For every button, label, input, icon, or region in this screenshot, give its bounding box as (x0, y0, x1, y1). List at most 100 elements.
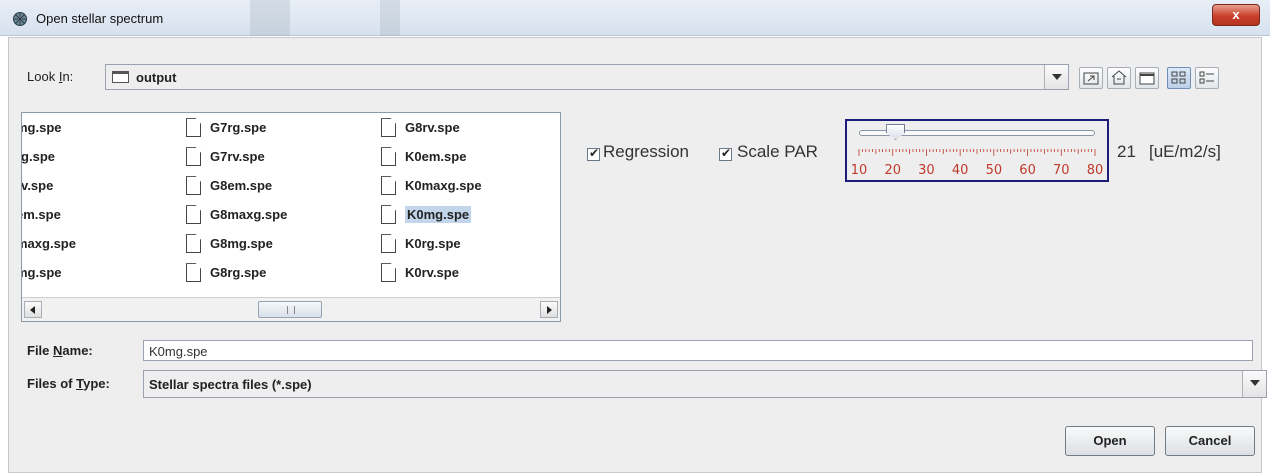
background-window (250, 0, 290, 36)
close-icon: x (1232, 7, 1240, 22)
slider-tick-label: 30 (918, 163, 935, 178)
file-name: G8rv.spe (405, 120, 460, 135)
file-name: K0em.spe (405, 149, 467, 164)
slider-tick-label: 80 (1087, 163, 1104, 178)
open-button[interactable]: Open (1065, 426, 1155, 456)
file-icon (381, 234, 396, 254)
chevron-down-icon[interactable] (1044, 65, 1068, 89)
file-icon (186, 234, 201, 254)
list-item[interactable]: mg.spe (22, 117, 76, 146)
list-view-button[interactable] (1167, 67, 1191, 89)
list-item[interactable]: maxg.spe (21, 233, 76, 262)
list-item[interactable]: rv.spe (21, 175, 76, 204)
scroll-right-icon[interactable] (540, 301, 558, 318)
file-name-label: File Name: (27, 343, 93, 358)
slider-value: 21 (1117, 142, 1136, 161)
close-button[interactable]: x (1212, 4, 1260, 26)
slider-tick-label: 10 (851, 163, 868, 178)
list-item[interactable]: G8em.spe (186, 175, 287, 204)
file-name: K0rv.spe (405, 265, 459, 280)
file-icon (186, 147, 201, 167)
file-name: rv.spe (21, 178, 54, 193)
list-item[interactable]: mg.spe (22, 262, 76, 291)
file-name: em.spe (22, 207, 61, 222)
file-icon (186, 263, 201, 283)
list-item[interactable]: em.spe (22, 204, 76, 233)
file-column: G8rv.spe K0em.spe K0maxg.spe K0mg.spe K0… (381, 117, 482, 291)
list-item[interactable]: G7rg.spe (186, 117, 287, 146)
list-view-icon (1171, 71, 1186, 84)
home-icon (1111, 70, 1127, 85)
list-item[interactable]: G8rg.spe (186, 262, 287, 291)
file-icon (381, 263, 396, 283)
window-title: Open stellar spectrum (36, 11, 164, 26)
file-name: rg.spe (21, 149, 56, 164)
file-name-input[interactable]: K0mg.spe (143, 340, 1253, 361)
scale-par-checkbox[interactable] (719, 146, 732, 161)
file-column: mg.spe rg.spe rv.spe em.spe maxg.spe mg.… (21, 117, 76, 291)
details-view-icon (1199, 71, 1214, 84)
file-name: G7rg.spe (210, 120, 267, 135)
list-item[interactable]: rg.spe (21, 146, 76, 175)
look-in-combobox[interactable]: output (105, 64, 1069, 90)
list-item[interactable]: G8maxg.spe (186, 204, 287, 233)
list-item[interactable]: K0rv.spe (381, 262, 482, 291)
details-view-button[interactable] (1195, 67, 1219, 89)
files-of-type-value: Stellar spectra files (*.spe) (149, 377, 312, 392)
slider-tick-label: 50 (986, 163, 1003, 178)
slider-tick-label: 70 (1053, 163, 1070, 178)
folder-icon (112, 71, 129, 83)
file-name: maxg.spe (21, 236, 76, 251)
list-item[interactable]: G8mg.spe (186, 233, 287, 262)
scale-par-label: Scale PAR (737, 142, 818, 161)
slider-tick-label: 60 (1019, 163, 1036, 178)
file-name: mg.spe (22, 265, 62, 280)
scroll-thumb[interactable] (258, 301, 322, 318)
file-icon (381, 176, 396, 196)
file-name: G8mg.spe (210, 236, 273, 251)
scroll-left-icon[interactable] (24, 301, 42, 318)
file-list[interactable]: mg.spe rg.spe rv.spe em.spe maxg.spe mg.… (21, 112, 561, 322)
look-in-value: output (136, 70, 177, 85)
list-item[interactable]: K0rg.spe (381, 233, 482, 262)
cancel-button[interactable]: Cancel (1165, 426, 1255, 456)
background-window (380, 0, 400, 36)
list-item[interactable]: K0em.spe (381, 146, 482, 175)
slider-unit: [uE/m2/s] (1149, 142, 1221, 161)
files-of-type-label: Files of Type: (27, 376, 110, 391)
list-item-selected[interactable]: K0mg.spe (381, 204, 482, 233)
file-icon (186, 205, 201, 225)
up-one-level-button[interactable] (1079, 67, 1103, 89)
file-name: K0mg.spe (405, 206, 472, 223)
file-name: G8maxg.spe (210, 207, 288, 222)
list-item[interactable]: G8rv.spe (381, 117, 482, 146)
new-folder-icon (1139, 72, 1155, 85)
home-button[interactable] (1107, 67, 1131, 89)
horizontal-scrollbar[interactable] (22, 297, 560, 321)
slider-ticks: 10 20 30 40 50 60 70 80 (851, 149, 1104, 178)
file-icon (381, 205, 396, 225)
file-icon (381, 147, 396, 167)
file-name: K0maxg.spe (405, 178, 482, 193)
new-folder-button[interactable] (1135, 67, 1159, 89)
chevron-down-icon[interactable] (1242, 371, 1266, 397)
dialog-body: Look In: output mg.spe rg.spe rv.spe em.… (8, 37, 1267, 473)
look-in-label: Look In: (27, 69, 74, 84)
par-slider[interactable]: 10 20 30 40 50 60 70 80 (845, 119, 1109, 182)
list-item[interactable]: G7rv.spe (186, 146, 287, 175)
file-icon (381, 118, 396, 138)
file-name: K0rg.spe (405, 236, 461, 251)
title-bar[interactable]: Open stellar spectrum x (0, 0, 1270, 36)
slider-tick-label: 20 (884, 163, 901, 178)
regression-label: Regression (603, 142, 689, 161)
regression-checkbox[interactable] (587, 146, 600, 161)
up-one-level-icon (1083, 72, 1099, 85)
files-of-type-combobox[interactable]: Stellar spectra files (*.spe) (143, 370, 1267, 398)
file-icon (186, 176, 201, 196)
file-name: G8em.spe (210, 178, 273, 193)
list-item[interactable]: K0maxg.spe (381, 175, 482, 204)
app-icon (13, 12, 27, 26)
file-name-value: K0mg.spe (149, 344, 208, 359)
file-column: G7rg.spe G7rv.spe G8em.spe G8maxg.spe G8… (186, 117, 287, 291)
slider-tick-label: 40 (952, 163, 969, 178)
